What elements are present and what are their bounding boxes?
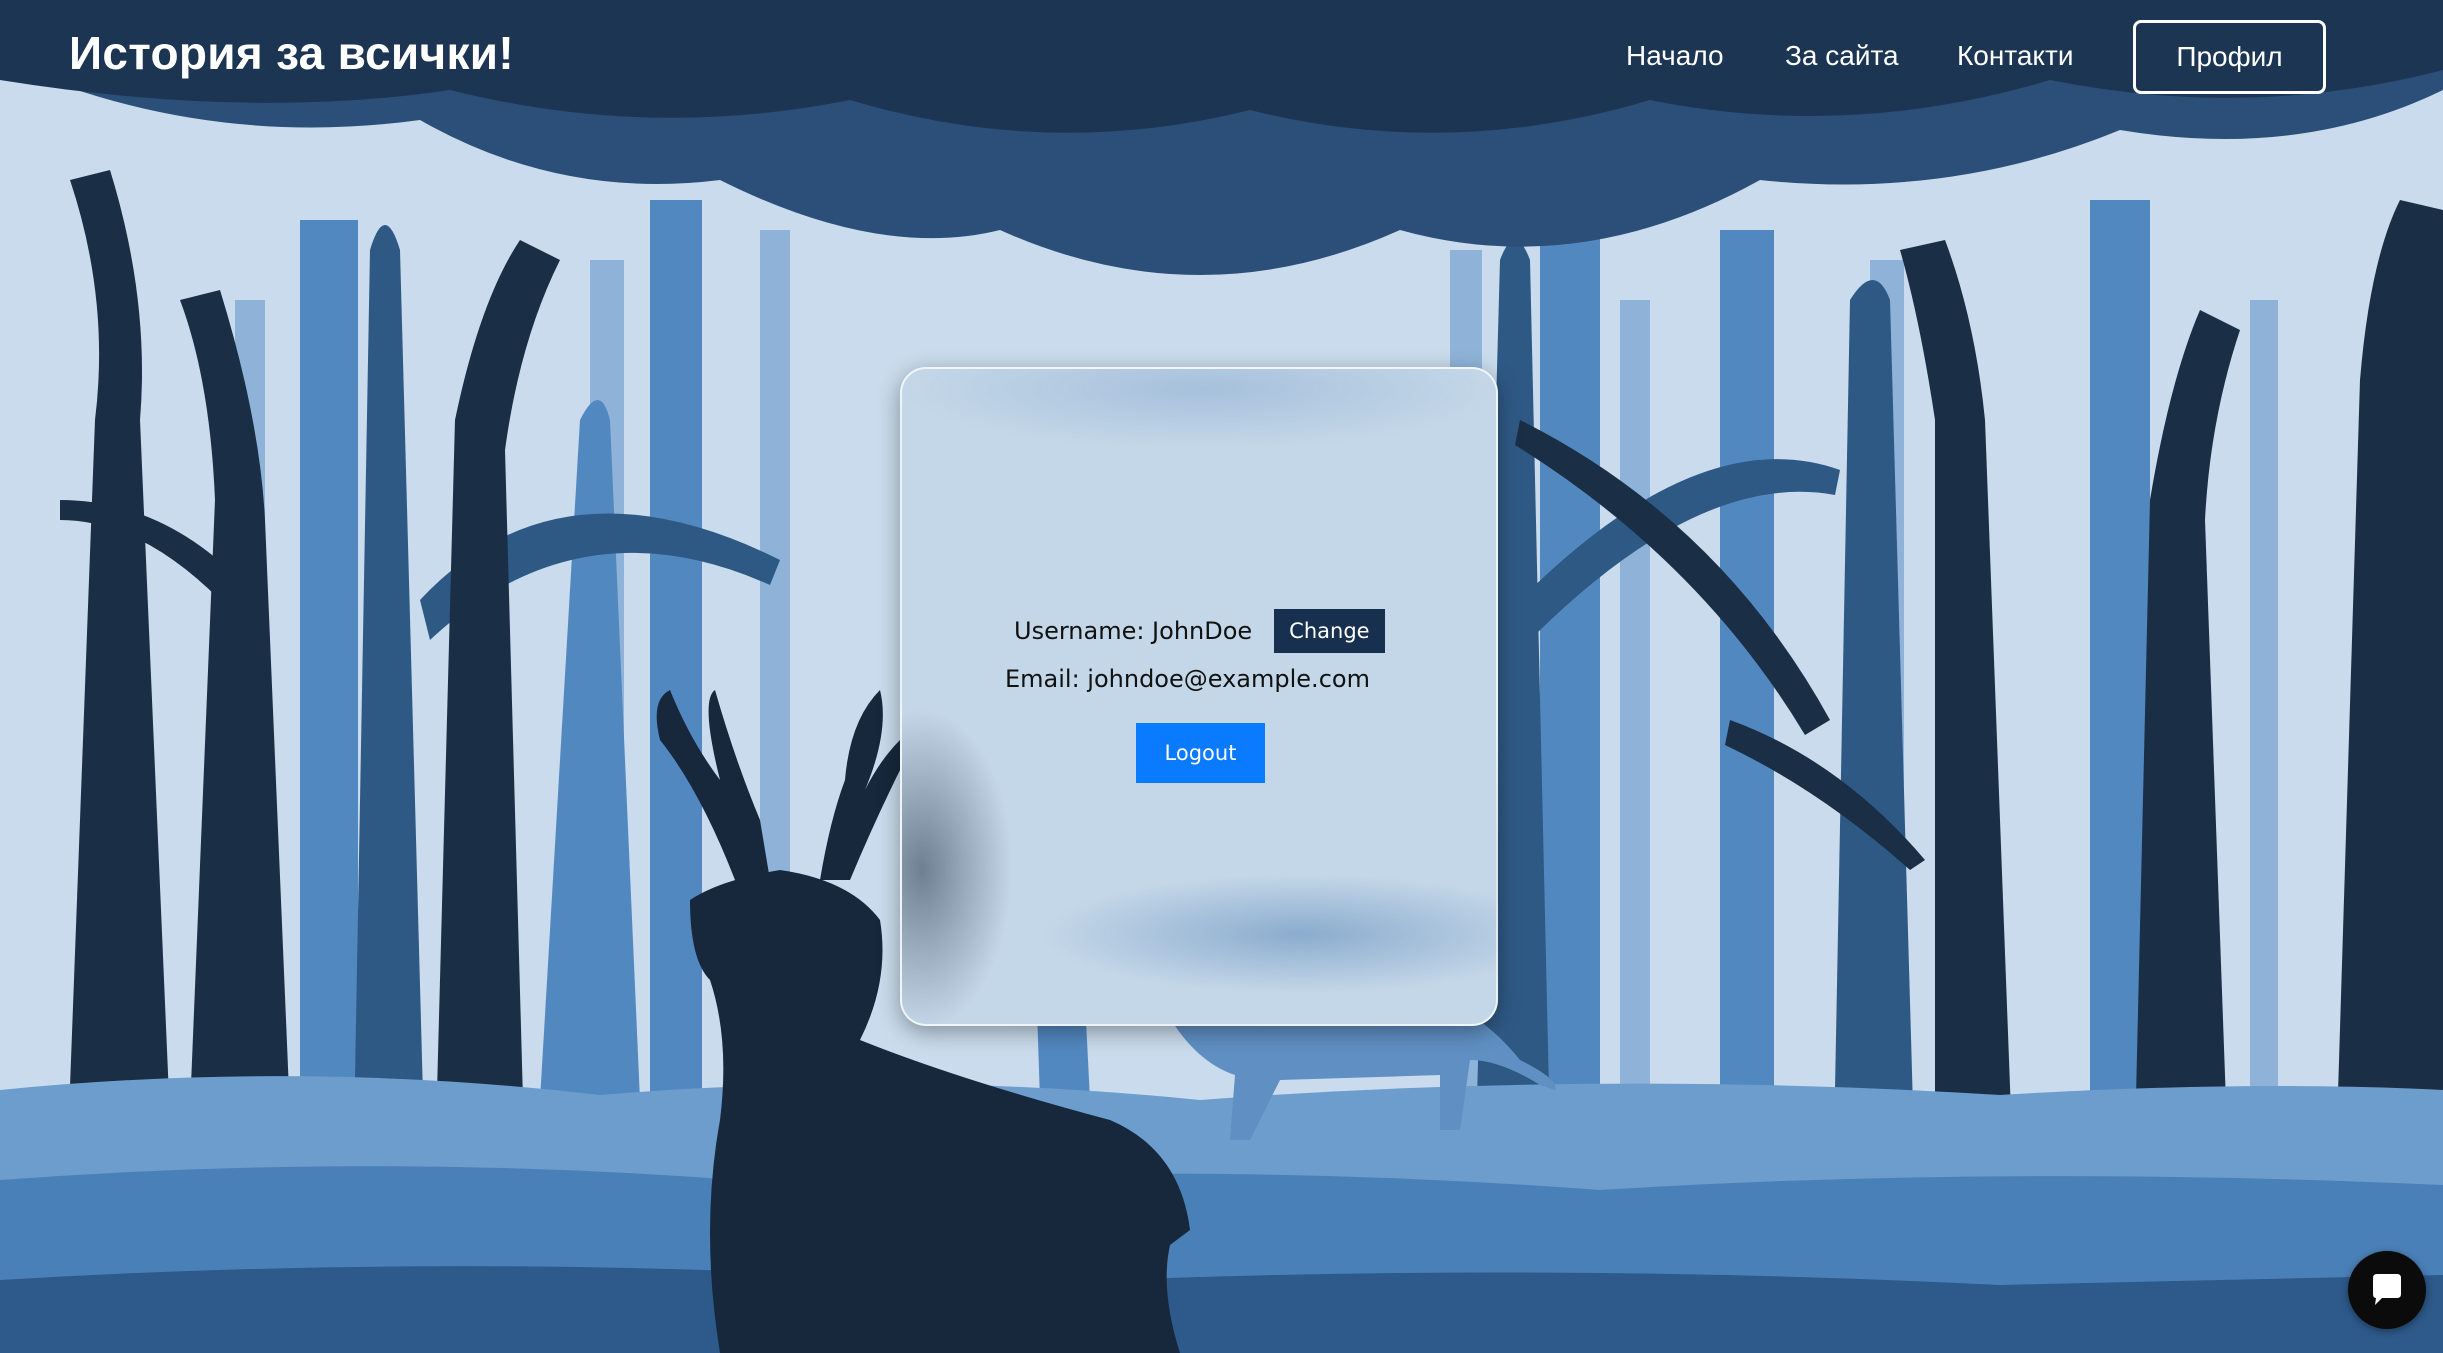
nav-link-about[interactable]: За сайта <box>1785 40 1899 72</box>
email-row: Email: johndoe@example.com <box>1005 661 1370 697</box>
nav-link-home[interactable]: Начало <box>1626 40 1724 72</box>
nav-link-contacts[interactable]: Контакти <box>1957 40 2073 72</box>
username-text: Username: JohnDoe <box>1014 617 1253 645</box>
username-row: Username: JohnDoe Change <box>1014 609 1385 653</box>
profile-button[interactable]: Профил <box>2133 20 2326 94</box>
chat-button[interactable] <box>2348 1251 2426 1329</box>
change-username-button[interactable]: Change <box>1274 609 1385 653</box>
profile-card: Username: JohnDoe Change Email: johndoe@… <box>900 367 1498 1026</box>
logout-button[interactable]: Logout <box>1136 723 1265 783</box>
site-header: История за всички! Начало За сайта Конта… <box>0 0 2443 115</box>
email-text: Email: johndoe@example.com <box>1005 665 1370 693</box>
chat-bubble-icon <box>2373 1274 2401 1305</box>
site-title[interactable]: История за всички! <box>69 26 514 80</box>
